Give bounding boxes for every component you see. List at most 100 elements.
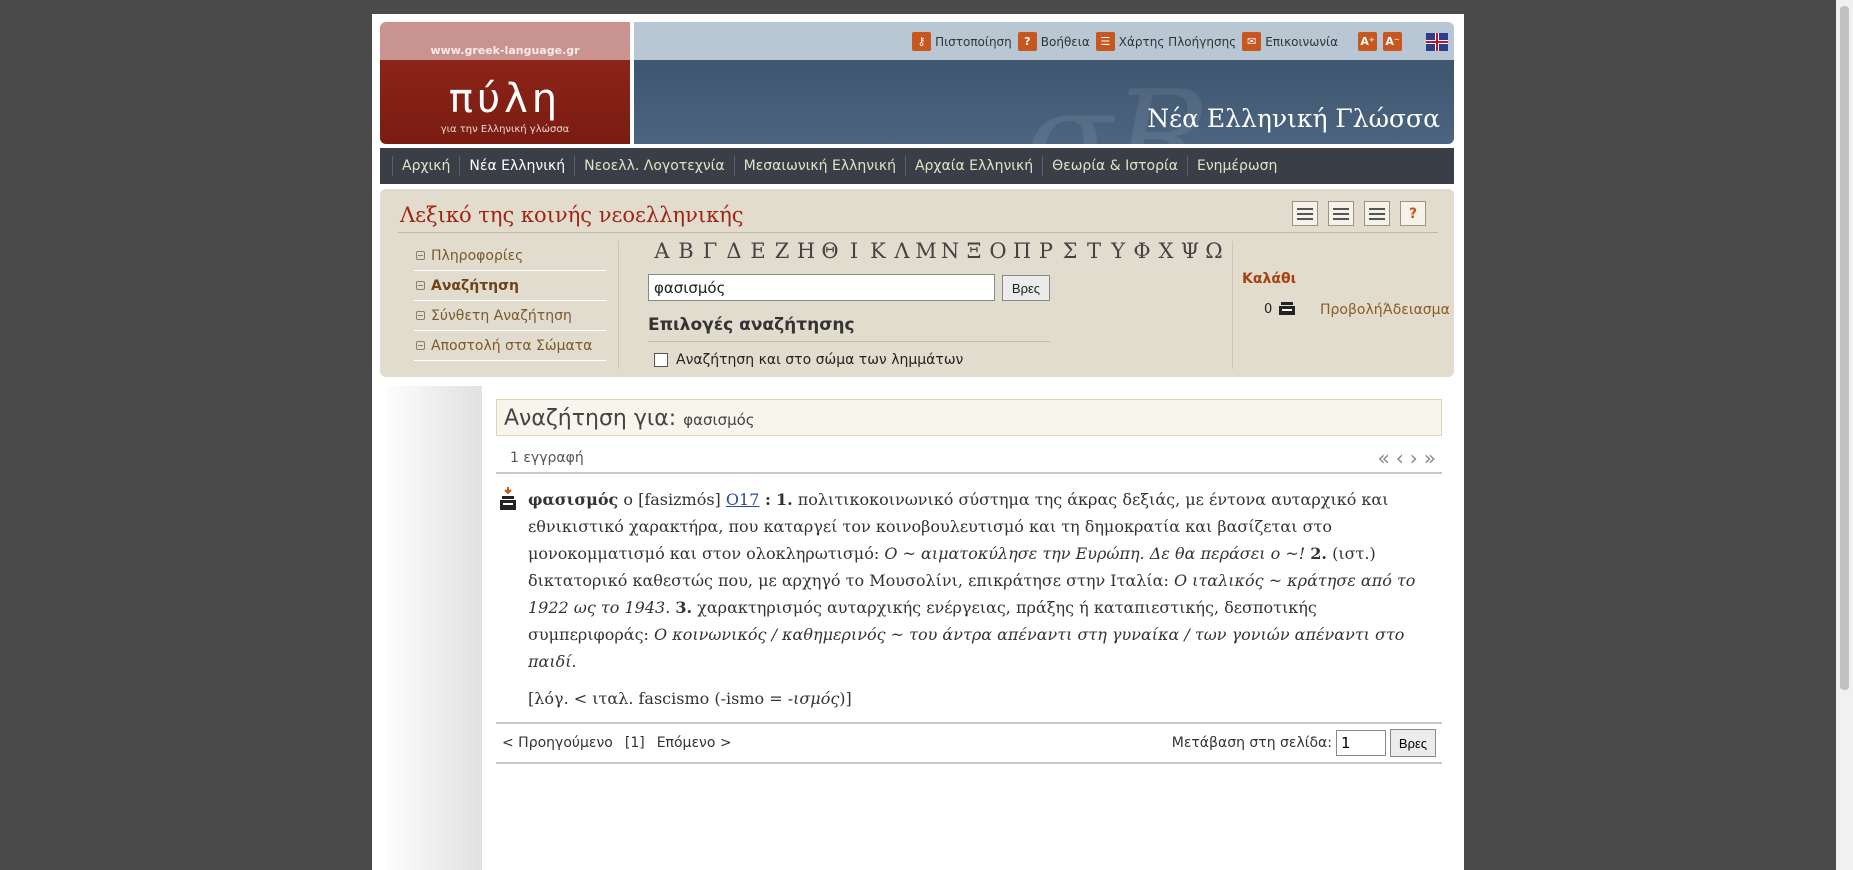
nav-item-ancient[interactable]: Αρχαία Ελληνική	[904, 156, 1042, 176]
alphabet-letter[interactable]: Υ	[1106, 239, 1130, 263]
alphabet-letter[interactable]: Ο	[986, 239, 1010, 263]
contact-link[interactable]: ✉ Επικοινωνία	[1242, 32, 1338, 51]
scrollbar-thumb[interactable]	[1840, 6, 1849, 690]
sense-number-1: 1.	[775, 490, 793, 509]
goto-page-label: Μετάβαση στη σελίδα:	[1171, 735, 1332, 751]
alphabet-letter[interactable]: Ζ	[770, 239, 794, 263]
alphabet-letter[interactable]: Λ	[890, 239, 914, 263]
alphabet-letter[interactable]: Ι	[842, 239, 866, 263]
previous-link[interactable]: < Προηγούμενο	[502, 735, 613, 751]
etymology: [λόγ. < ιταλ. fascismo (-ismo = -ισμός)]	[496, 689, 1442, 708]
left-decoration	[382, 386, 482, 870]
site-logo[interactable]: www.greek-language.gr πύλη για την Ελλην…	[380, 22, 630, 144]
sitemap-icon: ☰	[1095, 32, 1115, 51]
alphabet-letter[interactable]: Θ	[818, 239, 842, 263]
entry-lemma: φασισμός	[528, 490, 619, 509]
first-page-icon[interactable]: «	[1378, 446, 1390, 470]
view-list-button[interactable]	[1292, 201, 1318, 226]
goto-page: Μετάβαση στη σελίδα: Βρες	[1172, 729, 1436, 757]
basket-title: Καλάθι	[1242, 271, 1297, 287]
goto-page-input[interactable]	[1336, 730, 1386, 756]
alphabet-letter[interactable]: Φ	[1130, 239, 1154, 263]
alphabet-letter[interactable]: Μ	[914, 239, 938, 263]
search-input[interactable]	[648, 274, 995, 301]
title-divider	[398, 232, 1438, 233]
search-heading-label: Αναζήτηση για:	[504, 406, 677, 431]
alphabet-letter[interactable]: Ω	[1202, 239, 1226, 263]
header-banner: σR Νέα Ελληνική Γλώσσα ⚷ Πιστοποίηση ? Β…	[634, 22, 1454, 144]
add-to-basket-icon[interactable]	[498, 487, 518, 513]
alphabet-letter[interactable]: Π	[1010, 239, 1034, 263]
bullet-icon	[416, 251, 425, 260]
logo-subtitle: για την Ελληνική γλώσσα	[440, 124, 570, 135]
alphabet-letter[interactable]: Ρ	[1034, 239, 1058, 263]
next-page-icon[interactable]: ›	[1410, 446, 1418, 470]
nav-item-home[interactable]: Αρχική	[392, 156, 459, 176]
nav-item-modern-greek[interactable]: Νέα Ελληνική	[459, 156, 574, 176]
uk-flag-icon[interactable]	[1426, 32, 1448, 51]
banner-title: Νέα Ελληνική Γλώσσα	[1147, 104, 1440, 133]
alphabet-letter[interactable]: Τ	[1082, 239, 1106, 263]
alphabet-letter[interactable]: Α	[650, 239, 674, 263]
menu-item-advanced-search[interactable]: Σύνθετη Αναζήτηση	[414, 301, 606, 331]
view-full-button[interactable]	[1328, 201, 1354, 226]
font-decrease-button[interactable]: A⁻	[1383, 32, 1402, 51]
help-link[interactable]: ? Βοήθεια	[1017, 32, 1090, 51]
entry-inflection-code-link[interactable]: Ο17	[726, 490, 759, 509]
search-body-checkbox[interactable]	[654, 353, 668, 367]
alphabet-letter[interactable]: Σ	[1058, 239, 1082, 263]
nav-item-news[interactable]: Ενημέρωση	[1186, 156, 1286, 176]
search-button[interactable]: Βρες	[1002, 275, 1050, 301]
search-options-title: Επιλογές αναζήτησης	[648, 315, 855, 335]
dictionary-title: Λεξικό της κοινής νεοελληνικής	[400, 203, 744, 227]
menu-item-search[interactable]: Αναζήτηση	[414, 271, 606, 301]
alphabet-letter[interactable]: Ν	[938, 239, 962, 263]
nav-item-theory[interactable]: Θεωρία & Ιστορία	[1042, 156, 1187, 176]
alphabet-letter[interactable]: Χ	[1154, 239, 1178, 263]
current-page: [1]	[624, 735, 645, 751]
next-link[interactable]: Επόμενο >	[657, 735, 732, 751]
alphabet-letter[interactable]: Ξ	[962, 239, 986, 263]
dictionary-help-button[interactable]: ?	[1400, 201, 1426, 226]
bullet-icon	[416, 311, 425, 320]
alphabet-letter[interactable]: Β	[674, 239, 698, 263]
options-divider	[648, 341, 1050, 342]
entry-pronunciation: [fasizmós]	[638, 490, 721, 509]
last-page-icon[interactable]: »	[1424, 446, 1436, 470]
prev-next-links: < Προηγούμενο [1] Επόμενο >	[502, 735, 732, 751]
main-nav: Αρχική Νέα Ελληνική Νεοελλ. Λογοτεχνία Μ…	[380, 148, 1454, 184]
sitemap-link[interactable]: ☰ Χάρτης Πλοήγησης	[1095, 32, 1236, 51]
menu-item-label: Σύνθετη Αναζήτηση	[431, 307, 572, 324]
view-buttons: ?	[1292, 201, 1426, 226]
menu-item-label: Αποστολή στα Σώματα	[431, 337, 593, 354]
basket-view-link[interactable]: Προβολή	[1320, 302, 1383, 318]
alphabet-letter[interactable]: Γ	[698, 239, 722, 263]
help-icon: ?	[1017, 32, 1037, 51]
vertical-scrollbar[interactable]	[1836, 0, 1853, 870]
prev-page-icon[interactable]: ‹	[1396, 446, 1404, 470]
view-tree-button[interactable]	[1364, 201, 1390, 226]
certification-link[interactable]: ⚷ Πιστοποίηση	[912, 32, 1012, 51]
mail-icon: ✉	[1242, 32, 1262, 51]
dictionary-menu: Πληροφορίες Αναζήτηση Σύνθετη Αναζήτηση …	[414, 241, 606, 361]
alphabet-letter[interactable]: Ε	[746, 239, 770, 263]
goto-page-button[interactable]: Βρες	[1390, 729, 1436, 757]
alphabet-letter[interactable]: Ψ	[1178, 239, 1202, 263]
example-1: Ο ~ αιματοκύλησε την Ευρώπη. Δε θα περάσ…	[884, 544, 1306, 563]
dictionary-panel: Λεξικό της κοινής νεοελληνικής ? Πληροφο…	[380, 189, 1454, 377]
alphabet-letter[interactable]: Κ	[866, 239, 890, 263]
sense-number-3: 3.	[675, 598, 693, 617]
menu-item-send-to-corpora[interactable]: Αποστολή στα Σώματα	[414, 331, 606, 361]
dictionary-entry: φασισμός ο [fasizmós] Ο17 : 1. πολιτικοκ…	[496, 486, 1442, 675]
menu-item-info[interactable]: Πληροφορίες	[414, 241, 606, 271]
search-body-label: Αναζήτηση και στο σώμα των λημμάτων	[676, 352, 964, 368]
alphabet-letter[interactable]: Δ	[722, 239, 746, 263]
page-container: www.greek-language.gr πύλη για την Ελλην…	[372, 14, 1464, 870]
basket-empty-link[interactable]: Άδειασμα	[1383, 302, 1450, 318]
nav-item-medieval[interactable]: Μεσαιωνική Ελληνική	[733, 156, 905, 176]
nav-item-literature[interactable]: Νεοελλ. Λογοτεχνία	[574, 156, 734, 176]
alphabet-letter[interactable]: Η	[794, 239, 818, 263]
bottom-pagination: < Προηγούμενο [1] Επόμενο > Μετάβαση στη…	[496, 722, 1442, 764]
font-increase-button[interactable]: A⁺	[1358, 32, 1377, 51]
etymology-pre: [λόγ. < ιταλ. fascismo (-ismo =	[528, 689, 788, 708]
